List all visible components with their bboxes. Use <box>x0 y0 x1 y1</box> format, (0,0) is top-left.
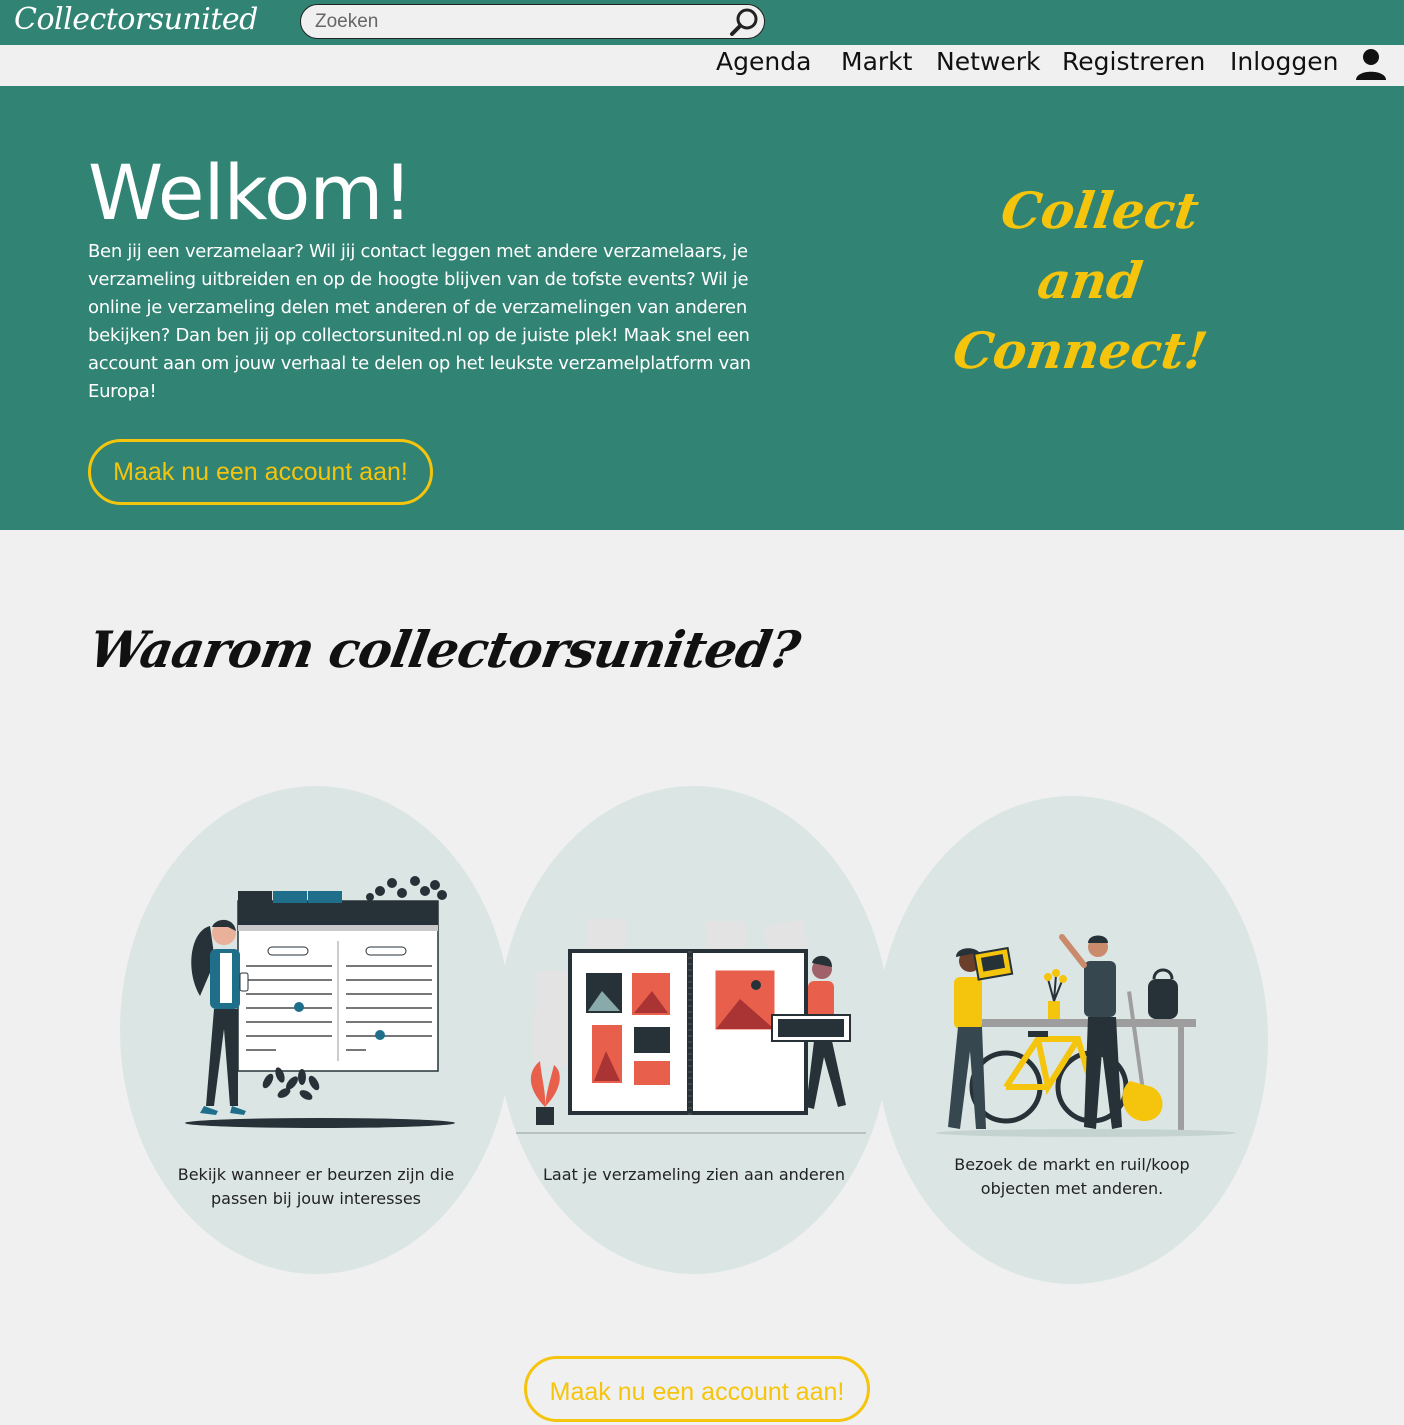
top-bar: Collectorsunited <box>0 0 1404 45</box>
search-bar[interactable] <box>300 4 765 39</box>
create-account-button[interactable]: Maak nu een account aan! <box>88 439 433 505</box>
user-icon[interactable] <box>1354 47 1388 81</box>
hero-tagline: Collect and Connect! <box>945 176 1235 386</box>
why-title: Waarom collectorsunited? <box>84 620 804 679</box>
nav-item-registreren[interactable]: Registreren <box>1062 47 1205 76</box>
hero-section: Welkom! Ben jij een verzamelaar? Wil jij… <box>0 86 1404 530</box>
feature-caption: Bekijk wanneer er beurzen zijn die passe… <box>177 1165 455 1208</box>
feature-caption: Laat je verzameling zien aan anderen <box>543 1165 845 1184</box>
create-account-bottom-button[interactable]: Maak nu een account aan! <box>524 1356 870 1422</box>
search-input[interactable] <box>313 8 717 36</box>
photo-album-illustration-icon <box>516 919 866 1134</box>
calendar-illustration-icon <box>185 876 455 1128</box>
hero-description: Ben jij een verzamelaar? Wil jij contact… <box>88 241 751 402</box>
nav-item-inloggen[interactable]: Inloggen <box>1230 47 1338 76</box>
nav-item-netwerk[interactable]: Netwerk <box>936 47 1040 76</box>
site-logo[interactable]: Collectorsunited <box>14 2 258 37</box>
market-illustration-icon <box>936 934 1236 1137</box>
tagline-line: Collect <box>997 181 1203 240</box>
search-icon[interactable] <box>728 7 760 37</box>
feature-bubble-market: Bezoek de markt en ruil/koop objecten me… <box>876 796 1268 1284</box>
nav-item-markt[interactable]: Markt <box>841 47 912 76</box>
hero-title: Welkom! <box>88 148 413 237</box>
feature-caption: Bezoek de markt en ruil/koop objecten me… <box>954 1155 1190 1198</box>
tagline-line: Connect! <box>949 321 1211 380</box>
tagline-line: and <box>1034 251 1147 310</box>
nav-item-agenda[interactable]: Agenda <box>716 47 811 76</box>
feature-bubble-calendar: Bekijk wanneer er beurzen zijn die passe… <box>120 786 512 1274</box>
feature-bubble-album: Laat je verzameling zien aan anderen <box>498 786 890 1274</box>
main-nav: Agenda Markt Netwerk Registreren Inlogge… <box>0 45 1404 86</box>
